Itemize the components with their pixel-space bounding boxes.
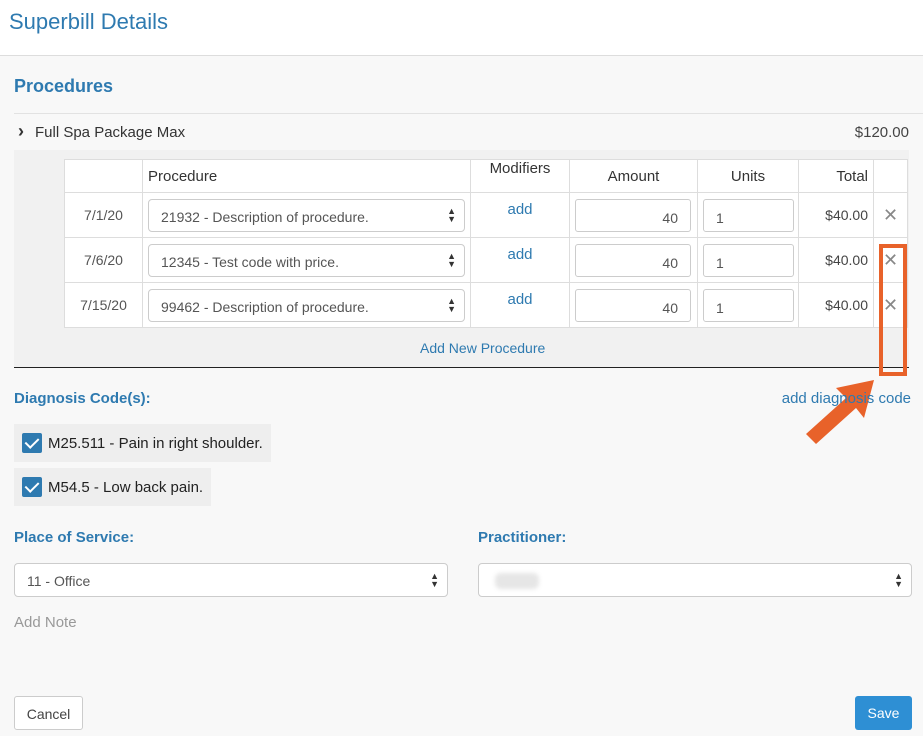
procedure-select-value: 12345 - Test code with price. <box>161 253 339 270</box>
page-title: Superbill Details <box>9 9 168 34</box>
amount-input[interactable]: 40 <box>575 243 691 277</box>
check-icon[interactable] <box>22 477 42 497</box>
diagnosis-title: Diagnosis Code(s): <box>14 390 151 407</box>
diagnosis-code-item[interactable]: M54.5 - Low back pain. <box>14 468 212 506</box>
package-price: $120.00 <box>854 124 909 141</box>
column-header-units: Units <box>697 159 799 193</box>
table-row: 7/15/20 99462 - Description of procedure… <box>64 282 908 328</box>
diagnosis-code-label: M25.511 - Pain in right shoulder. <box>48 434 263 452</box>
save-button[interactable]: Save <box>855 696 912 730</box>
amount-input[interactable]: 40 <box>575 288 691 322</box>
row-date: 7/1/20 <box>64 192 143 238</box>
procedures-title: Procedures <box>14 76 114 96</box>
column-header-remove <box>873 159 908 193</box>
add-note-link[interactable]: Add Note <box>14 614 77 631</box>
package-name: Full Spa Package Max <box>35 124 186 141</box>
column-header-modifiers: Modifiers <box>470 159 570 193</box>
page-header: Superbill Details <box>0 0 923 56</box>
row-total: $40.00 <box>798 192 874 238</box>
procedure-table: Procedure Modifiers Amount Units Total 7… <box>64 159 908 328</box>
practitioner-select[interactable]: ▲ ▼ <box>478 563 912 597</box>
diagnosis-code-item[interactable]: M25.511 - Pain in right shoulder. <box>14 424 271 462</box>
select-arrows-icon: ▲ ▼ <box>447 295 456 314</box>
redacted-practitioner-name <box>495 573 539 589</box>
row-total: $40.00 <box>798 237 874 283</box>
procedure-select[interactable]: 99462 - Description of procedure. ▲ ▼ <box>148 288 465 322</box>
close-icon[interactable]: ✕ <box>883 205 898 225</box>
units-input[interactable]: 1 <box>703 243 794 277</box>
row-total: $40.00 <box>798 282 874 328</box>
units-input[interactable]: 1 <box>703 198 794 232</box>
place-of-service-label: Place of Service: <box>14 529 135 546</box>
add-diagnosis-code-link[interactable]: add diagnosis code <box>782 390 911 407</box>
place-of-service-value: 11 - Office <box>27 573 91 589</box>
column-header-date <box>64 159 143 193</box>
table-row: 7/1/20 21932 - Description of procedure.… <box>64 192 908 238</box>
procedure-select[interactable]: 12345 - Test code with price. ▲ ▼ <box>148 243 465 277</box>
cancel-button[interactable]: Cancel <box>14 696 83 730</box>
table-row: 7/6/20 12345 - Test code with price. ▲ ▼ … <box>64 237 908 283</box>
select-arrows-icon: ▲ ▼ <box>447 205 456 224</box>
units-input[interactable]: 1 <box>703 288 794 322</box>
add-new-procedure-link[interactable]: Add New Procedure <box>420 340 545 356</box>
diagnosis-code-label: M54.5 - Low back pain. <box>48 478 204 496</box>
select-arrows-icon: ▲ ▼ <box>430 571 439 589</box>
place-of-service-select[interactable]: 11 - Office ▲ ▼ <box>14 563 448 597</box>
select-arrows-icon: ▲ ▼ <box>894 571 903 589</box>
package-row[interactable]: › Full Spa Package Max $120.00 <box>14 118 909 148</box>
add-modifier-link[interactable]: add <box>507 246 532 263</box>
chevron-right-icon[interactable]: › <box>18 122 24 140</box>
column-header-procedure: Procedure <box>142 159 471 193</box>
procedure-select[interactable]: 21932 - Description of procedure. ▲ ▼ <box>148 198 465 232</box>
check-icon[interactable] <box>22 433 42 453</box>
row-date: 7/6/20 <box>64 237 143 283</box>
practitioner-label: Practitioner: <box>478 529 567 546</box>
add-modifier-link[interactable]: add <box>507 201 532 218</box>
row-date: 7/15/20 <box>64 282 143 328</box>
column-header-amount: Amount <box>569 159 698 193</box>
amount-input[interactable]: 40 <box>575 198 691 232</box>
add-modifier-link[interactable]: add <box>507 291 532 308</box>
select-arrows-icon: ▲ ▼ <box>447 250 456 269</box>
procedure-select-value: 99462 - Description of procedure. <box>161 298 369 315</box>
divider <box>14 113 923 114</box>
column-header-total: Total <box>798 159 874 193</box>
divider <box>14 367 909 368</box>
superbill-body: Procedures › Full Spa Package Max $120.0… <box>0 56 923 736</box>
remove-column-highlight <box>879 244 907 376</box>
pointer-arrow-icon <box>806 380 874 444</box>
table-header-row: Procedure Modifiers Amount Units Total <box>64 159 908 193</box>
procedure-select-value: 21932 - Description of procedure. <box>161 208 369 225</box>
